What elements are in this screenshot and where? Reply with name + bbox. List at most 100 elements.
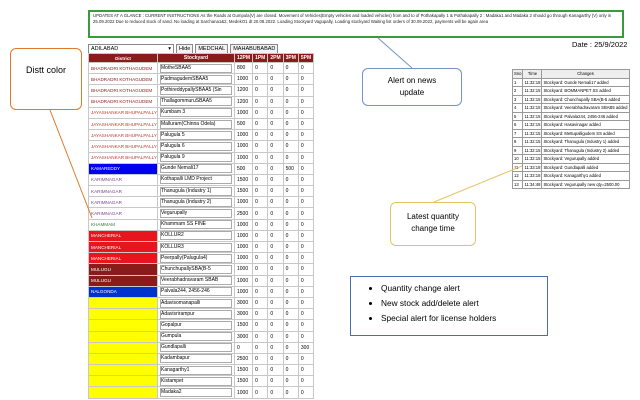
- quantity-cell: 0: [297, 319, 315, 332]
- log-time-cell: 11:32:15: [522, 103, 543, 113]
- quantity-cell: 1000: [233, 151, 254, 164]
- quantity-cell: 1500: [233, 319, 254, 332]
- stockyard-name-field[interactable]: Madaka2: [160, 388, 232, 398]
- quantity-cell: 0: [282, 352, 299, 366]
- quantity-cell: 1500: [233, 364, 254, 377]
- stockyard-cell: Thanugula (Industry 1): [157, 185, 235, 198]
- stockyard-name-field[interactable]: PothireddypallySBAA5 (Sin: [160, 85, 232, 95]
- quantity-cell: 0: [297, 173, 315, 187]
- alert-news-note: Alert on news update: [362, 68, 462, 106]
- stockyard-name-field[interactable]: PadmagudemSBAA5: [160, 74, 232, 84]
- stockyard-name-field[interactable]: Adavisomanapalli: [160, 298, 232, 308]
- stockyard-cell: Gunde Nemali17: [157, 162, 235, 175]
- quantity-cell: 1000: [233, 263, 254, 276]
- quantity-cell: 800: [233, 61, 254, 75]
- stockyard-table: District Stockyard 12PM 1PM 2PM 3PM 5PM …: [88, 53, 315, 399]
- quantity-cell: 0: [282, 140, 299, 153]
- quantity-cell: 0: [297, 285, 315, 298]
- stockyard-name-field[interactable]: Peerpally(Palugula4): [160, 253, 232, 263]
- stockyard-name-field[interactable]: Adavisrirampur: [160, 309, 232, 319]
- quantity-cell: 0: [282, 129, 299, 142]
- stockyard-name-field[interactable]: Gundlapalli: [160, 343, 232, 353]
- quantity-cell: 0: [297, 330, 315, 343]
- stockyard-cell: Thanugula (Industry 2): [157, 196, 235, 209]
- quantity-cell: 0: [297, 151, 315, 164]
- stockyard-name-field[interactable]: Thanugula (Industry 1): [160, 186, 232, 196]
- stockyard-cell: PadmagudemSBAA5: [157, 73, 235, 86]
- stockyard-name-field[interactable]: KOLLUR3: [160, 242, 232, 252]
- stockyard-name-field[interactable]: ChunchupallySBA(B-5: [160, 264, 232, 274]
- log-sno-cell: 13: [511, 179, 524, 189]
- stockyard-name-field[interactable]: Kumbam 3: [160, 108, 232, 118]
- log-change-cell: Stockyard: Palvala244, 2456-246 added: [541, 111, 630, 121]
- stockyard-name-field[interactable]: Kothapalli LMD Project: [160, 175, 232, 185]
- distt-color-label: Distt color: [25, 65, 66, 75]
- table-row: Madaka2 1000 0 0 0 0: [88, 386, 315, 399]
- log-row: 13 11:34:48 Stockyard: Vegurupally new qty…: [511, 179, 630, 189]
- stockyard-name-field[interactable]: Palugula 6: [160, 141, 232, 151]
- quantity-cell: 0: [282, 173, 299, 187]
- stockyard-cell: MotheSBAA5: [157, 61, 235, 75]
- quantity-cell: 0: [297, 252, 315, 265]
- quantity-cell: 0: [282, 117, 299, 131]
- quantity-cell: 1000: [233, 252, 254, 265]
- quantity-cell: 0: [297, 207, 315, 220]
- quantity-cell: 0: [267, 140, 284, 153]
- quantity-cell: 0: [297, 274, 315, 287]
- stockyard-name-field[interactable]: Palugula 9: [160, 153, 232, 163]
- stockyard-cell: Gopalpur: [157, 319, 235, 332]
- stockyard-name-field[interactable]: Thanugula (Industry 2): [160, 197, 232, 207]
- quantity-cell: 0: [282, 364, 299, 377]
- stockyard-name-field[interactable]: Malluram(Chinna Odela): [160, 119, 232, 129]
- stockyard-name-field[interactable]: ThallagommuruSBAA5: [160, 97, 232, 107]
- stockyard-cell: Gundlapalli: [157, 341, 235, 354]
- stockyard-name-field[interactable]: Kanagarthy1: [160, 365, 232, 375]
- stockyard-cell: Kumbam 3: [157, 106, 235, 119]
- quantity-cell: 0: [282, 285, 299, 298]
- quantity-cell: 2500: [233, 352, 254, 366]
- stockyard-name-field[interactable]: Veerabhadravaram SBAB: [160, 276, 232, 286]
- quantity-cell: 0: [282, 218, 299, 231]
- stockyard-name-field[interactable]: Kistampet: [160, 376, 232, 386]
- col-5pm: 5PM: [297, 53, 315, 63]
- table-row: BHADRADRI KOTHAGUDEM MotheSBAA5 800 0 0 0 0: [88, 61, 315, 75]
- quantity-cell: 0: [297, 240, 315, 254]
- stockyard-name-field[interactable]: Palugula 5: [160, 130, 232, 140]
- district-cell: MANCHERIAL: [88, 252, 158, 265]
- quantity-cell: 0: [267, 173, 284, 187]
- col-1pm: 1PM: [252, 53, 269, 63]
- stockyard-name-field[interactable]: Palvala244, 2456-246: [160, 287, 232, 297]
- quantity-cell: 0: [282, 84, 299, 97]
- stockyard-name-field[interactable]: Khammam SS FINE: [160, 220, 232, 230]
- col-3pm: 3PM: [282, 53, 299, 63]
- quantity-cell: 0: [252, 352, 269, 366]
- quantity-cell: 0: [267, 240, 284, 254]
- stockyard-name-field[interactable]: MotheSBAA5: [160, 63, 232, 73]
- stockyard-name-field[interactable]: KOLLUR2: [160, 231, 232, 241]
- alert-news-line1: Alert on news: [387, 76, 437, 85]
- district-cell: [88, 364, 158, 377]
- quantity-cell: 1000: [233, 196, 254, 209]
- log-sno-cell: 9: [511, 145, 524, 155]
- quantity-cell: 0: [267, 162, 284, 175]
- quantity-cell: 0: [252, 375, 269, 388]
- table-row: KARIMNAGAR Thanugula (Industry 1) 1500 0 0 0 0: [88, 185, 315, 198]
- district-cell: KAMAREDDY: [88, 162, 158, 175]
- stockyard-name-field[interactable]: Kadambapur: [160, 354, 232, 364]
- quantity-cell: 2500: [233, 207, 254, 220]
- quantity-cell: 0: [267, 352, 284, 366]
- district-cell: [88, 319, 158, 332]
- log-change-cell: Stockyard: Gunde Nemali17 added: [541, 77, 630, 87]
- stockyard-name-field[interactable]: Gopalpur: [160, 320, 232, 330]
- quantity-cell: 300: [297, 341, 315, 354]
- stockyard-name-field[interactable]: Vegurupally: [160, 209, 232, 219]
- quantity-cell: 0: [297, 375, 315, 388]
- stockyard-name-field[interactable]: Gumpula: [160, 332, 232, 342]
- log-change-cell: Stockyard: Thanugula (Industry 2) added: [541, 145, 630, 155]
- table-row: JAYASHANKAR BHUPALPALLY Kumbam 3 1000 0 0 0 0: [88, 106, 315, 119]
- quantity-cell: 1000: [233, 274, 254, 287]
- quantity-cell: 0: [252, 296, 269, 310]
- district-cell: MULUGU: [88, 274, 158, 287]
- quantity-cell: 0: [282, 263, 299, 276]
- stockyard-name-field[interactable]: Gunde Nemali17: [160, 164, 232, 174]
